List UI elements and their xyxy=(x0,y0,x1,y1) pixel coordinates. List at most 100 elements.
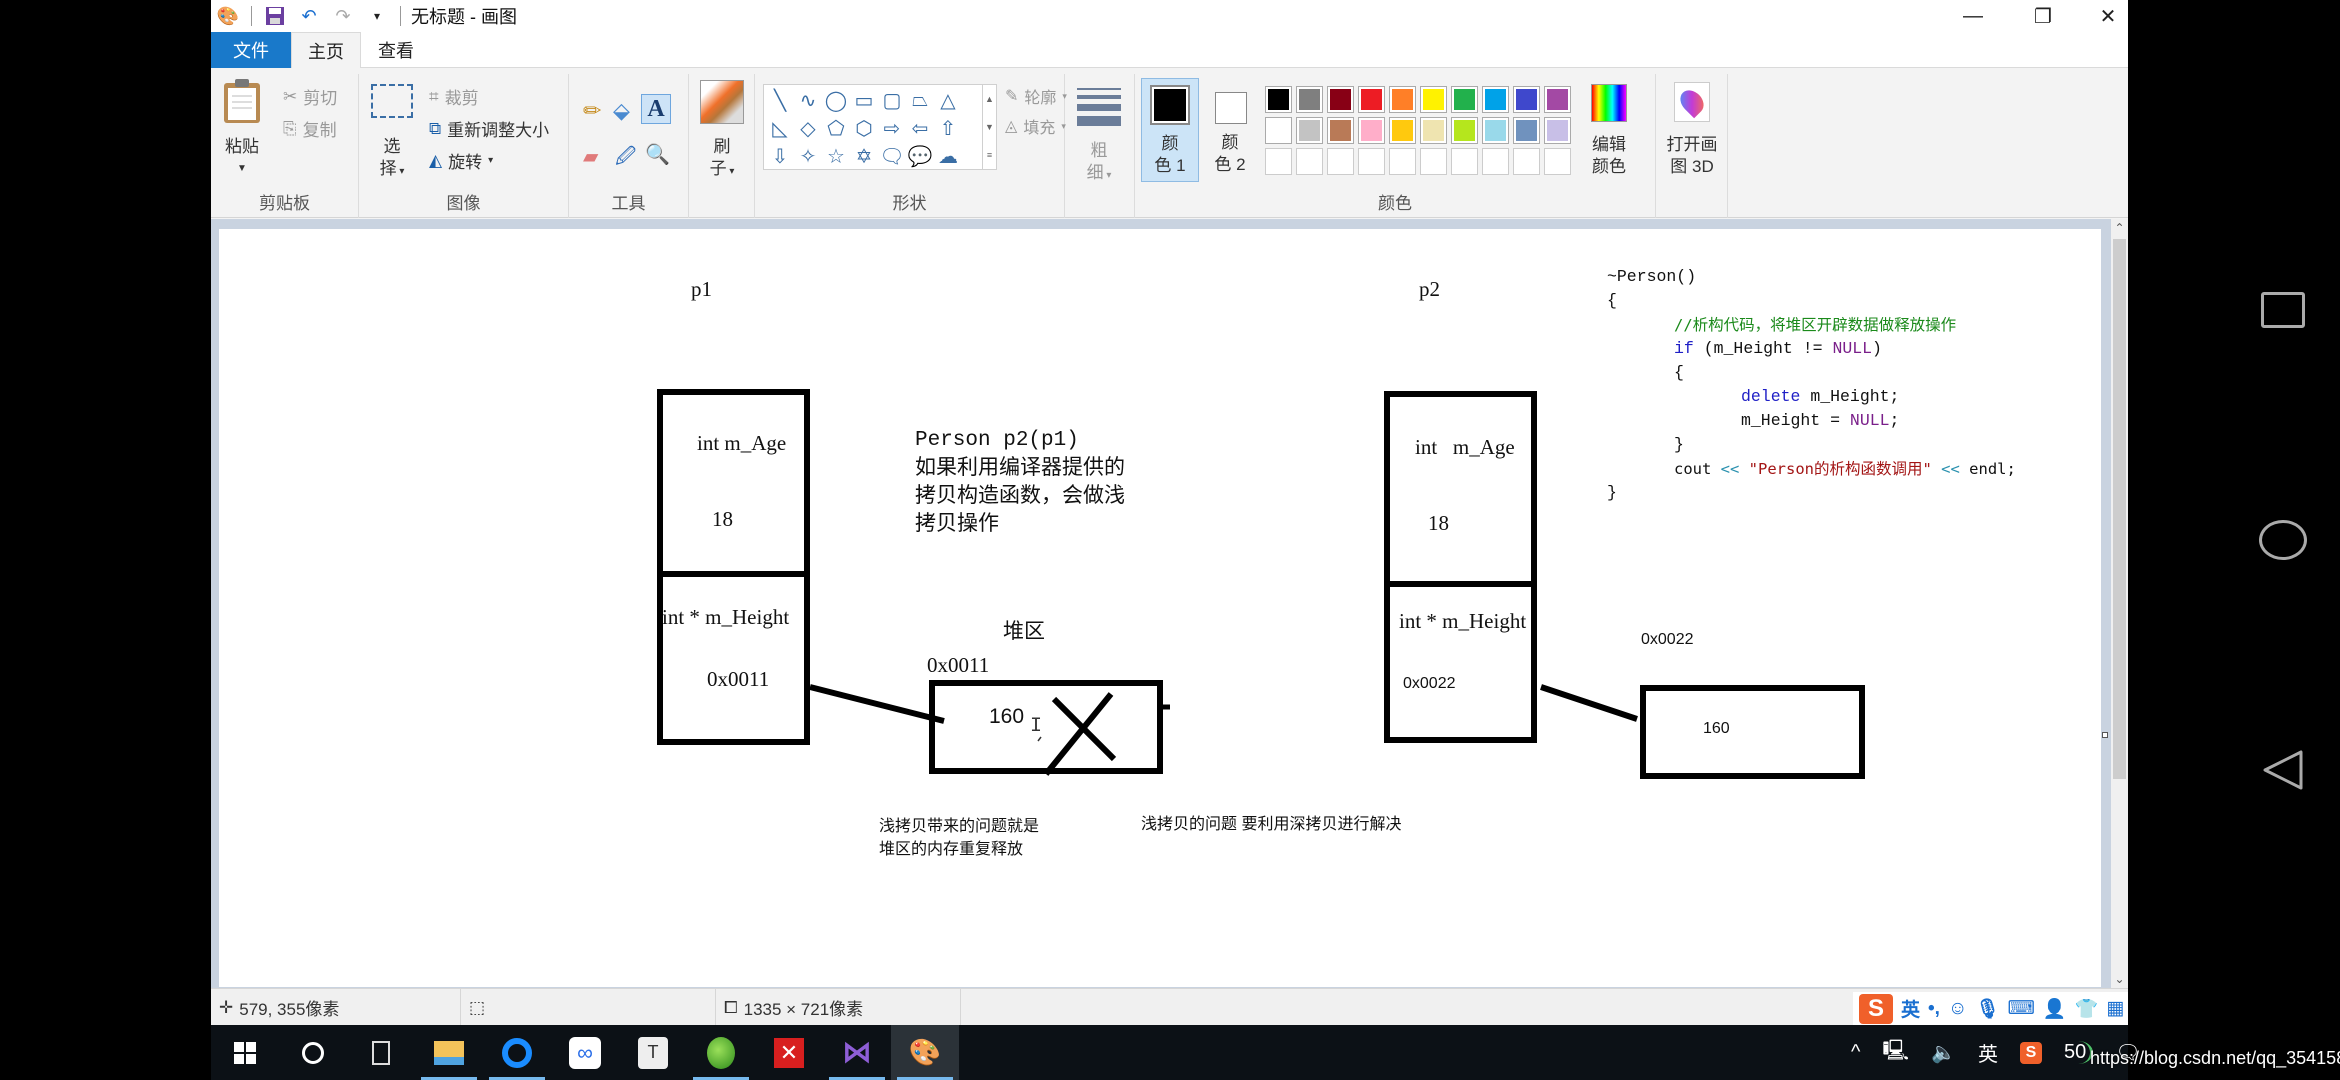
paste-button[interactable]: 粘贴 ▼ xyxy=(219,78,265,178)
shape-item-1[interactable]: ∿ xyxy=(794,86,822,114)
palette-swatch[interactable] xyxy=(1265,148,1292,175)
palette-swatch[interactable] xyxy=(1296,86,1323,113)
palette-swatch[interactable] xyxy=(1358,86,1385,113)
shape-item-15[interactable]: ✧ xyxy=(794,142,822,170)
shape-item-8[interactable]: ◇ xyxy=(794,114,822,142)
scroll-down-icon[interactable]: ⌄ xyxy=(2111,972,2128,986)
shape-item-3[interactable]: ▭ xyxy=(850,86,878,114)
android-recents-button[interactable] xyxy=(2255,282,2311,338)
shape-item-5[interactable]: ⏢ xyxy=(906,86,934,114)
palette-swatch[interactable] xyxy=(1451,148,1478,175)
palette-swatch[interactable] xyxy=(1389,148,1416,175)
shape-item-6[interactable]: △ xyxy=(934,86,962,114)
fill-button[interactable]: ◬ 填充 ▾ xyxy=(1005,114,1066,138)
minimize-button[interactable]: — xyxy=(1938,0,2008,32)
taskbar-visual-studio[interactable]: ⋈ xyxy=(823,1025,891,1080)
shape-item-17[interactable]: ✡ xyxy=(850,142,878,170)
taskbar-file-explorer[interactable] xyxy=(415,1025,483,1080)
outline-button[interactable]: ✎ 轮廓 ▾ xyxy=(1005,84,1067,108)
close-button[interactable]: ✕ xyxy=(2073,0,2143,32)
tab-view[interactable]: 查看 xyxy=(361,32,431,68)
palette-swatch[interactable] xyxy=(1420,86,1447,113)
network-icon[interactable]: 🖳 xyxy=(1882,1036,1909,1070)
shape-item-12[interactable]: ⇦ xyxy=(906,114,934,142)
user-icon[interactable]: 👤 xyxy=(2043,997,2067,1021)
microphone-icon[interactable]: 🎙 xyxy=(1975,997,1999,1021)
customize-dropdown-icon[interactable]: ▾ xyxy=(364,3,390,29)
taskbar-baidu-netdisk[interactable]: ∞ xyxy=(551,1025,619,1080)
copy-button[interactable]: ⎘ 复制 xyxy=(283,116,337,141)
color1-button[interactable]: 颜 色 1 xyxy=(1141,78,1199,182)
keyboard-icon[interactable]: ⌨ xyxy=(2007,997,2034,1020)
android-home-button[interactable] xyxy=(2255,512,2311,568)
eraser-icon[interactable]: ▰ xyxy=(583,144,598,169)
paint-app-icon[interactable]: 🎨 xyxy=(215,3,241,29)
open-paint3d-button[interactable]: 打开画 图 3D xyxy=(1660,82,1724,186)
taskbar-typora[interactable]: T xyxy=(619,1025,687,1080)
tab-file[interactable]: 文件 xyxy=(211,32,291,68)
scroll-up-icon[interactable]: ⌃ xyxy=(2111,221,2128,235)
palette-swatch[interactable] xyxy=(1296,117,1323,144)
save-icon[interactable] xyxy=(262,3,288,29)
tab-home[interactable]: 主页 xyxy=(291,32,361,69)
palette-swatch[interactable] xyxy=(1265,117,1292,144)
palette-swatch[interactable] xyxy=(1544,117,1571,144)
restore-button[interactable]: ❐ xyxy=(2008,0,2078,32)
task-view-button[interactable] xyxy=(347,1025,415,1080)
shape-item-20[interactable]: ☁ xyxy=(934,142,962,170)
drawing-canvas[interactable]: p1 int m_Age 18 int * m_Height 0x0011 Pe… xyxy=(219,229,2101,987)
shape-item-19[interactable]: 💬 xyxy=(906,142,934,170)
resize-button[interactable]: ⧉ 重新调整大小 xyxy=(429,116,549,141)
ime-language[interactable]: 英 xyxy=(1901,995,1920,1022)
palette-swatch[interactable] xyxy=(1451,117,1478,144)
palette-swatch[interactable] xyxy=(1358,148,1385,175)
palette-swatch[interactable] xyxy=(1389,86,1416,113)
vertical-scrollbar[interactable]: ⌃ ⌄ xyxy=(2111,219,2128,988)
palette-swatch[interactable] xyxy=(1265,86,1292,113)
volume-icon[interactable]: 🔈 xyxy=(1931,1040,1956,1065)
brushes-button[interactable]: 刷 子 ▾ xyxy=(697,78,747,188)
text-tool-icon[interactable]: A xyxy=(641,94,671,124)
shape-item-10[interactable]: ⬡ xyxy=(850,114,878,142)
tray-chevron-icon[interactable]: ^ xyxy=(1851,1041,1860,1064)
palette-swatch[interactable] xyxy=(1482,148,1509,175)
punctuation-icon[interactable]: •, xyxy=(1928,998,1940,1020)
sogou-icon[interactable]: S xyxy=(1859,993,1893,1024)
skin-icon[interactable]: 👕 xyxy=(2075,997,2099,1021)
shape-item-9[interactable]: ⬠ xyxy=(822,114,850,142)
search-button[interactable] xyxy=(279,1025,347,1080)
palette-swatch[interactable] xyxy=(1358,117,1385,144)
taskbar-qq-browser[interactable] xyxy=(483,1025,551,1080)
size-button[interactable]: 粗 细 ▾ xyxy=(1073,82,1125,192)
tray-language[interactable]: 英 xyxy=(1978,1038,1998,1067)
select-button[interactable]: 选 择 ▾ xyxy=(367,80,417,180)
palette-swatch[interactable] xyxy=(1513,117,1540,144)
cut-button[interactable]: ✂ 剪切 xyxy=(283,84,337,109)
palette-swatch[interactable] xyxy=(1544,148,1571,175)
emoji-icon[interactable]: ☺ xyxy=(1948,998,1967,1020)
palette-swatch[interactable] xyxy=(1513,86,1540,113)
start-button[interactable] xyxy=(211,1025,279,1080)
shape-item-13[interactable]: ⇧ xyxy=(934,114,962,142)
palette-swatch[interactable] xyxy=(1544,86,1571,113)
palette-swatch[interactable] xyxy=(1327,117,1354,144)
palette-swatch[interactable] xyxy=(1327,148,1354,175)
shape-item-18[interactable]: 🗨 xyxy=(878,142,906,170)
android-back-button[interactable] xyxy=(2255,742,2311,798)
palette-swatch[interactable] xyxy=(1296,148,1323,175)
crop-button[interactable]: ⌗ 裁剪 xyxy=(429,84,479,109)
shape-item-0[interactable]: ╲ xyxy=(766,86,794,114)
edit-colors-button[interactable]: 编辑 颜色 xyxy=(1581,82,1637,186)
shape-item-14[interactable]: ⇩ xyxy=(766,142,794,170)
palette-swatch[interactable] xyxy=(1420,148,1447,175)
shape-item-4[interactable]: ▢ xyxy=(878,86,906,114)
fill-bucket-icon[interactable]: ⬙ xyxy=(613,98,630,124)
palette-swatch[interactable] xyxy=(1482,117,1509,144)
rotate-button[interactable]: ◭ 旋转 ▾ xyxy=(429,148,493,173)
sogou-tray-icon[interactable]: S xyxy=(2019,1041,2042,1064)
pencil-icon[interactable]: ✏ xyxy=(583,98,601,124)
magnifier-icon[interactable]: 🔍 xyxy=(645,142,670,167)
taskbar-green-app[interactable] xyxy=(687,1025,755,1080)
taskbar-xmind[interactable]: ✕ xyxy=(755,1025,823,1080)
toolbox-icon[interactable]: ▦ xyxy=(2106,997,2124,1020)
